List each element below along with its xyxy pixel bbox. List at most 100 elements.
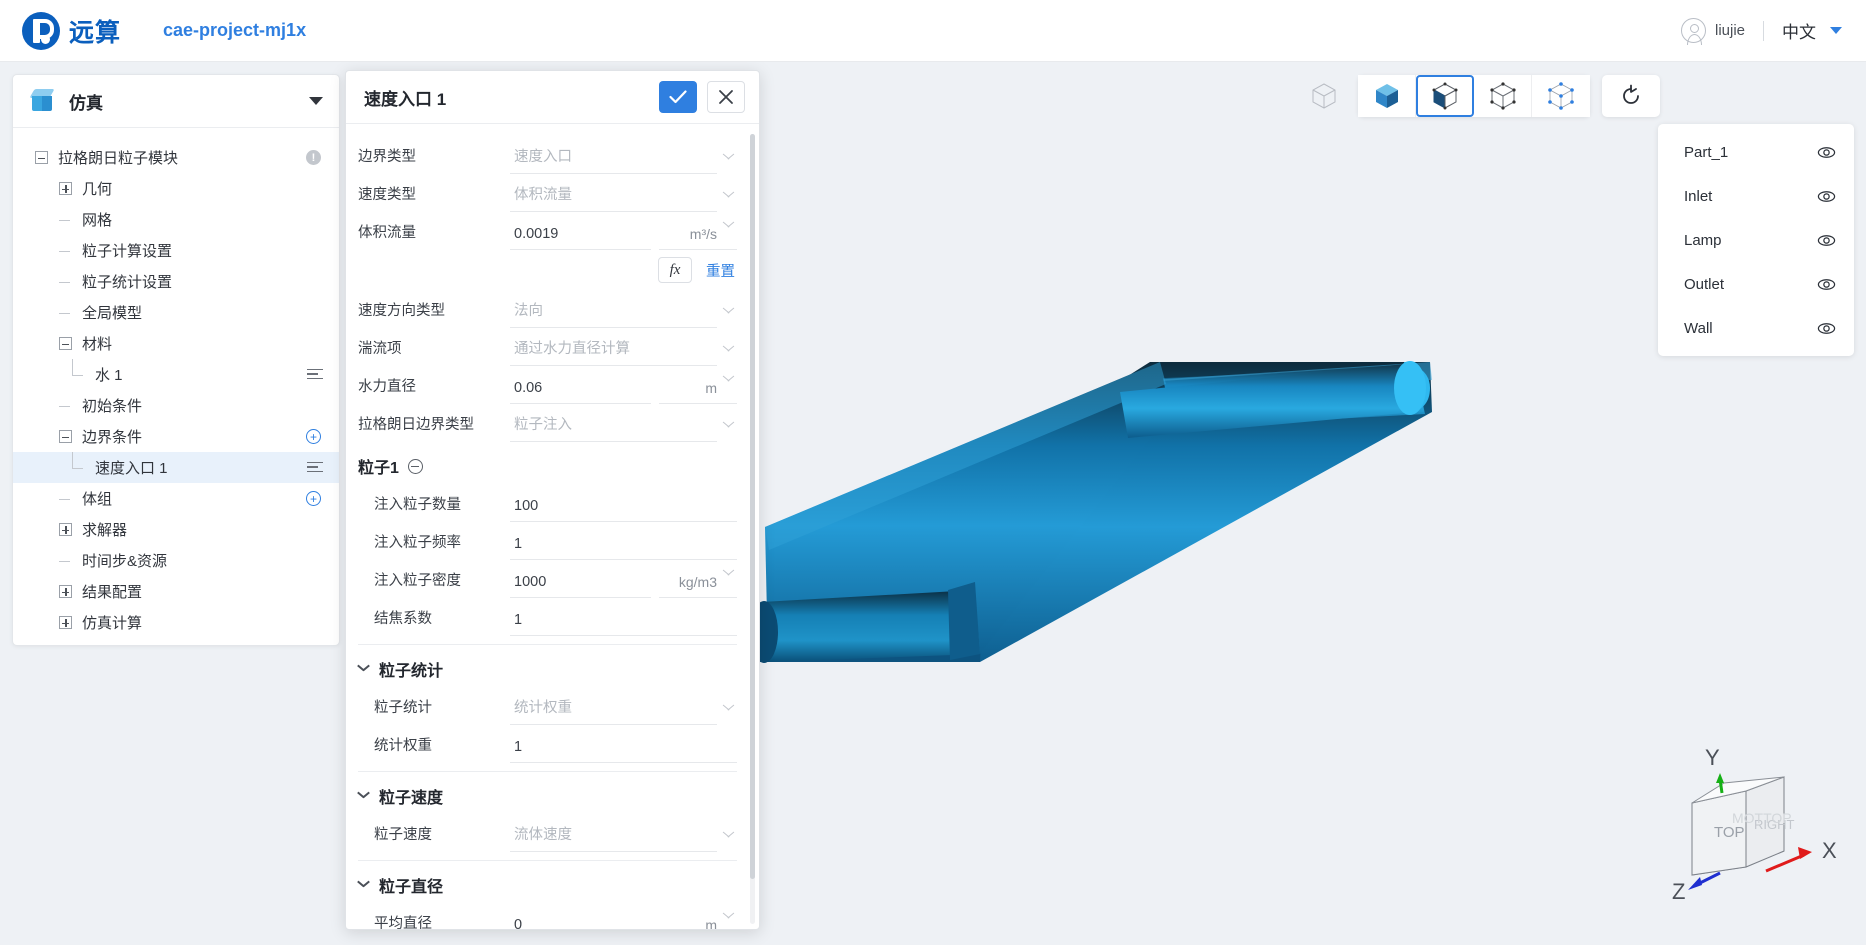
inject-particle-density-unit-select[interactable]: kg/m3 [659,569,737,598]
hydraulic-diameter-unit-select[interactable]: m [659,375,737,404]
coking-coefficient-input[interactable]: 1 [510,610,737,636]
lagrangian-boundary-select[interactable]: 粒子注入 [510,413,717,442]
mean-diameter-input[interactable]: 0 [510,915,651,929]
expand-toggle-icon[interactable] [59,523,72,536]
sidebar-item-velocity-inlet-1[interactable]: 速度入口 1 [13,452,339,483]
eye-icon[interactable] [1817,143,1836,162]
wireframe-ghost-icon[interactable] [1302,74,1346,118]
part-row[interactable]: Inlet [1658,174,1854,218]
particle-section-header[interactable]: 粒子1 [358,448,737,484]
volume-flow-unit-select[interactable]: m³/s [659,221,737,250]
chevron-down-icon[interactable] [723,191,735,203]
sidebar-item-volume-group[interactable]: 体组 + [13,483,339,514]
chevron-down-icon[interactable] [309,97,323,105]
velocity-type-select[interactable]: 体积流量 [510,183,717,212]
solid-shaded-icon[interactable] [1358,75,1416,117]
mean-diameter-unit-select[interactable]: m [659,912,737,929]
inject-particle-density-input[interactable]: 1000 [510,572,651,598]
field-control[interactable]: 流体速度 [510,823,737,852]
part-row[interactable]: Outlet [1658,262,1854,306]
inject-particle-frequency-input[interactable]: 1 [510,534,737,560]
chevron-down-icon[interactable] [723,221,735,233]
sidebar-item-material[interactable]: 材料 [13,328,339,359]
section-header-particle-statistics[interactable]: 粒子统计 [358,651,737,687]
expand-toggle-icon[interactable] [59,585,72,598]
dialog-body[interactable]: 边界类型 速度入口 速度类型 体积流量 体积流量 0.0019 m³/s fx … [346,124,759,929]
section-header-particle-diameter[interactable]: 粒子直径 [358,867,737,903]
field-control[interactable]: 1 [510,737,737,763]
reset-link[interactable]: 重置 [706,260,735,281]
sidebar-item-simulation-run[interactable]: 仿真计算 [13,607,339,638]
field-control[interactable]: 100 [510,496,737,522]
formula-button[interactable]: fx [658,257,692,283]
sidebar-item-particle-stat-settings[interactable]: 粒子统计设置 [13,266,339,297]
row-menu-icon[interactable] [307,368,323,381]
remove-particle-icon[interactable] [407,458,423,474]
chevron-down-icon[interactable] [723,569,735,581]
turbulence-select[interactable]: 通过水力直径计算 [510,337,717,366]
sidebar-header[interactable]: 仿真 [13,75,339,128]
sidebar-item-geometry[interactable]: 几何 [13,173,339,204]
chevron-down-icon[interactable] [358,790,370,802]
sidebar-item-boundary-conditions[interactable]: 边界条件 + [13,421,339,452]
particle-statistics-select[interactable]: 统计权重 [510,696,717,725]
statistic-weight-input[interactable]: 1 [510,737,737,763]
eye-icon[interactable] [1817,231,1836,250]
part-row[interactable]: Lamp [1658,218,1854,262]
field-control[interactable]: 0.06 m [510,375,737,404]
chevron-down-icon[interactable] [723,345,735,357]
sidebar-item-water-1[interactable]: 水 1 [13,359,339,390]
field-control[interactable]: 速度入口 [510,145,737,174]
chevron-down-icon[interactable] [723,307,735,319]
chevron-down-icon[interactable] [723,421,735,433]
field-control[interactable]: 粒子注入 [510,413,737,442]
field-control[interactable]: 体积流量 [510,183,737,212]
hydraulic-diameter-input[interactable]: 0.06 [510,378,651,404]
chevron-down-icon[interactable] [358,879,370,891]
cancel-button[interactable] [707,81,745,113]
chevron-down-icon[interactable] [723,912,735,924]
inject-particle-count-input[interactable]: 100 [510,496,737,522]
language-label[interactable]: 中文 [1782,18,1816,43]
add-volume-group-icon[interactable]: + [306,491,321,506]
wireframe-icon[interactable] [1474,75,1532,117]
chevron-down-icon[interactable] [1830,27,1842,34]
scrollbar-thumb[interactable] [750,134,755,879]
sidebar-item-solver[interactable]: 求解器 [13,514,339,545]
sidebar-item-particle-calc-settings[interactable]: 粒子计算设置 [13,235,339,266]
collapse-toggle-icon[interactable] [35,151,48,164]
user-menu[interactable]: liujie [1680,18,1745,45]
chevron-down-icon[interactable] [723,153,735,165]
sidebar-item-result-config[interactable]: 结果配置 [13,576,339,607]
sidebar-item-timestep-resources[interactable]: 时间步&资源 [13,545,339,576]
expand-toggle-icon[interactable] [59,182,72,195]
field-control[interactable]: 通过水力直径计算 [510,337,737,366]
sidebar-item-mesh[interactable]: 网格 [13,204,339,235]
brand[interactable]: 远算 [22,11,121,50]
project-name[interactable]: cae-project-mj1x [163,20,306,41]
sidebar-item-global-model[interactable]: 全局模型 [13,297,339,328]
collapse-toggle-icon[interactable] [59,337,72,350]
volume-flow-input[interactable]: 0.0019 [510,224,651,250]
reset-view-icon[interactable] [1602,75,1660,117]
solid-with-edges-icon[interactable] [1416,75,1474,117]
eye-icon[interactable] [1817,275,1836,294]
particle-velocity-select[interactable]: 流体速度 [510,823,717,852]
expand-toggle-icon[interactable] [59,616,72,629]
field-control[interactable]: 法向 [510,299,737,328]
collapse-toggle-icon[interactable] [59,430,72,443]
points-icon[interactable] [1532,75,1590,117]
field-control[interactable]: 1000 kg/m3 [510,569,737,598]
eye-icon[interactable] [1817,319,1836,338]
chevron-down-icon[interactable] [723,375,735,387]
velocity-direction-select[interactable]: 法向 [510,299,717,328]
chevron-down-icon[interactable] [358,663,370,675]
chevron-down-icon[interactable] [723,704,735,716]
sidebar-item-initial-conditions[interactable]: 初始条件 [13,390,339,421]
sidebar-item-lagrangian-module[interactable]: 拉格朗日粒子模块 ! [13,142,339,173]
info-icon[interactable]: ! [306,150,321,165]
add-boundary-condition-icon[interactable]: + [306,429,321,444]
field-control[interactable]: 0.0019 m³/s [510,221,737,250]
confirm-button[interactable] [659,81,697,113]
boundary-type-select[interactable]: 速度入口 [510,145,717,174]
